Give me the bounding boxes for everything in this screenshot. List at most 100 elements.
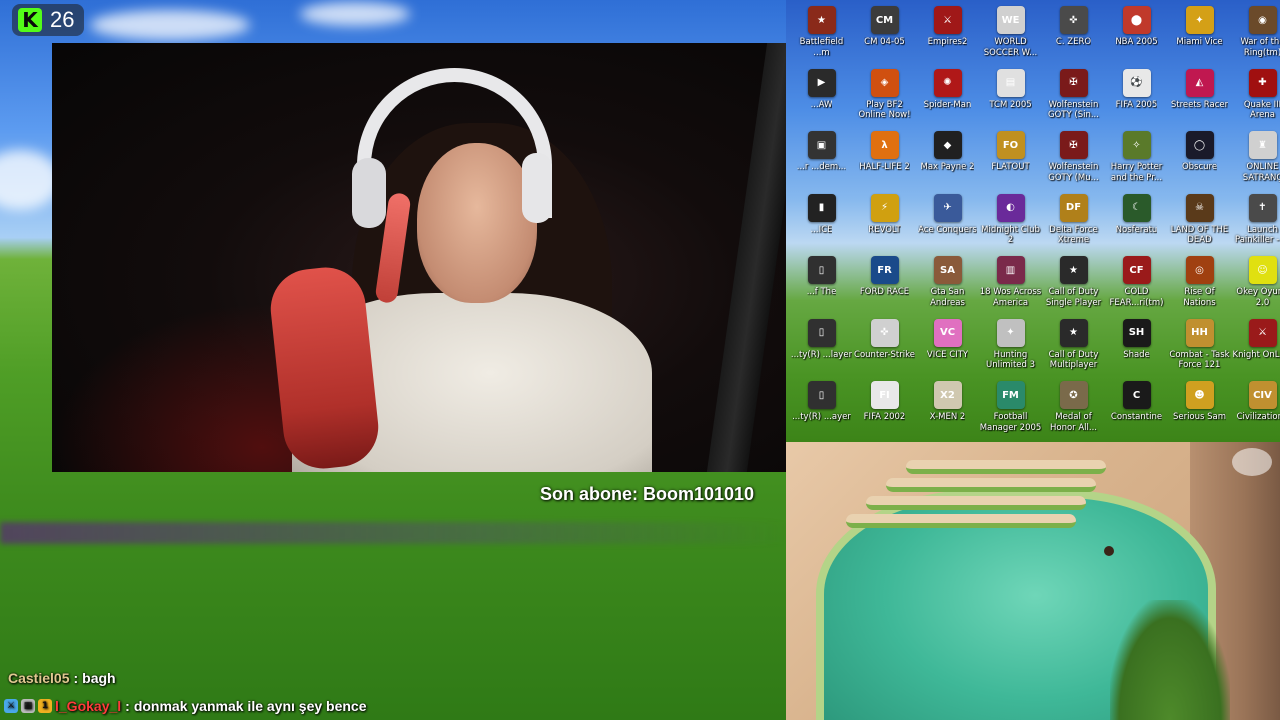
- desktop-icon-label: Serious Sam: [1172, 412, 1227, 422]
- desktop-icon[interactable]: ▯ ...ty(R) ...layer: [790, 318, 853, 382]
- desktop-icon-label: Hunting Unlimited 3: [985, 349, 1036, 371]
- desktop-icon[interactable]: ◭ Streets Racer: [1168, 68, 1231, 132]
- desktop-icon[interactable]: ✪ Medal of Honor All...: [1042, 381, 1105, 442]
- desktop-icon[interactable]: DF Delta Force Xtreme: [1042, 193, 1105, 257]
- chat-username[interactable]: l_Gokay_l: [55, 698, 121, 714]
- desktop-icon-label: NBA 2005: [1115, 37, 1158, 47]
- desktop-icon-label: Ace Conquers: [918, 224, 977, 235]
- desktop-icon-label: FIFA 2005: [1115, 99, 1158, 110]
- app-icon: ▤: [996, 68, 1025, 97]
- chat-separator: :: [73, 669, 79, 686]
- app-icon: ✧: [1122, 131, 1151, 159]
- chat-username[interactable]: Castiel05: [8, 670, 69, 686]
- desktop-icon[interactable]: ♜ ONLINE SATRANÇ: [1231, 131, 1280, 194]
- desktop-icon-label: TCM 2005: [989, 99, 1032, 110]
- desktop-icon[interactable]: ✺ Spider-Man: [916, 68, 979, 132]
- desktop-icon[interactable]: CM CM 04-05: [853, 6, 916, 69]
- desktop-icon-label: Gta San Andreas: [930, 287, 965, 308]
- desktop-icon-label: Miami Vice: [1176, 37, 1223, 47]
- app-icon: SA: [933, 256, 962, 284]
- desktop-icon[interactable]: ▯ ...ty(R) ...ayer: [790, 381, 853, 442]
- desktop-icon[interactable]: ◐ Midnight Club 2: [979, 193, 1042, 257]
- desktop-icon[interactable]: ◈ Play BF2 Online Now!: [853, 68, 916, 132]
- desktop-icon[interactable]: SH Shade: [1105, 318, 1168, 382]
- desktop-icon[interactable]: VC VICE CITY: [916, 318, 979, 382]
- desktop-icon[interactable]: ✝Launch Painkiller - ...: [1231, 193, 1280, 257]
- desktop-icon[interactable]: ★ Battlefield ...m: [790, 6, 853, 69]
- desktop-icon[interactable]: ✦ Hunting Unlimited 3: [979, 318, 1042, 382]
- desktop-icon-label: Launch Painkiller - ...: [1234, 224, 1280, 246]
- desktop-icon[interactable]: ▯ ...f The: [790, 256, 853, 319]
- desktop-icon[interactable]: ▣ ...r ...dem...: [790, 131, 853, 194]
- desktop-icon[interactable]: ⚔ Empires2: [916, 6, 979, 69]
- desktop-icon[interactable]: ✚ Quake III Arena: [1231, 68, 1280, 132]
- desktop-icon[interactable]: FM Football Manager 2005: [979, 381, 1042, 442]
- desktop-icon[interactable]: ✧ Harry Potter and the Pr...: [1105, 131, 1168, 194]
- app-icon: ✦: [1185, 6, 1214, 34]
- desktop-icon-label: COLD FEAR...ri(tm): [1109, 287, 1164, 308]
- desktop-icon[interactable]: ✈ Ace Conquers: [916, 193, 979, 257]
- app-icon: FI: [870, 381, 899, 409]
- desktop-icon[interactable]: ▤ TCM 2005: [979, 68, 1042, 132]
- desktop-icon-label: Medal of Honor All...: [1049, 412, 1098, 433]
- subscriber-icon: ▦: [21, 698, 35, 713]
- desktop-icon[interactable]: ★ Call of Duty Multiplayer: [1042, 318, 1105, 382]
- app-icon: ◐: [996, 193, 1025, 222]
- desktop-icon[interactable]: C Constantine: [1105, 381, 1168, 442]
- desktop-icon[interactable]: FR FORD RACE: [853, 256, 916, 319]
- desktop-icon[interactable]: ◉ War of the Ring(tm): [1231, 6, 1280, 69]
- desktop-icon[interactable]: X2 X-MEN 2: [916, 381, 979, 442]
- app-icon: ☾: [1122, 193, 1151, 222]
- desktop-icon[interactable]: ◆ Max Payne 2: [916, 131, 979, 194]
- desktop-icon[interactable]: CIV Civilization4: [1231, 381, 1280, 442]
- desktop-icon-label: HALF-LIFE 2: [859, 162, 910, 172]
- desktop-icon-label: WORLD SOCCER W...: [983, 37, 1038, 58]
- desktop-icon[interactable]: FO FLATOUT: [979, 131, 1042, 194]
- desktop-icon[interactable]: ▮ ...ICE: [790, 193, 853, 257]
- desktop-icon[interactable]: WE WORLD SOCCER W...: [979, 6, 1042, 69]
- desktop-icon[interactable]: ◎ Rise Of Nations: [1168, 256, 1231, 319]
- desktop-icon-label: Call of Duty Multiplayer: [1048, 349, 1099, 371]
- desktop-icon[interactable]: ✜ Counter-Strike: [853, 318, 916, 382]
- desktop-icon[interactable]: ◯ Obscure: [1168, 131, 1231, 194]
- desktop-icon-label: Spider-Man: [923, 99, 972, 110]
- app-icon: CIV: [1248, 381, 1277, 409]
- desktop-icon[interactable]: HH Combat - Task Force 121: [1168, 318, 1231, 382]
- desktop-icon[interactable]: ⚽ FIFA 2005: [1105, 68, 1168, 132]
- desktop-icon-label: Nosferatu: [1115, 224, 1158, 235]
- desktop-icon[interactable]: ✦ Miami Vice: [1168, 6, 1231, 69]
- desktop-icon[interactable]: ⚡ REVOLT: [853, 193, 916, 257]
- desktop-icon[interactable]: CF COLD FEAR...ri(tm): [1105, 256, 1168, 319]
- desktop-icon-label: Okey Oyunu 2.0: [1236, 287, 1280, 308]
- desktop-icon-label: Quake III Arena: [1243, 99, 1280, 121]
- desktop-icon[interactable]: ▶ ...AW: [790, 68, 853, 132]
- desktop-icon-label: Midnight Club 2: [981, 224, 1040, 246]
- desktop-icon-label: ...ty(R) ...layer: [790, 349, 853, 360]
- desktop-icon[interactable]: ☾ Nosferatu: [1105, 193, 1168, 257]
- app-icon: FM: [996, 381, 1025, 409]
- desktop-icon-label: Battlefield ...m: [799, 37, 844, 58]
- desktop-icon[interactable]: ⬤ NBA 2005: [1105, 6, 1168, 69]
- viewer-count-badge: K 26: [12, 4, 85, 36]
- desktop-icon[interactable]: SA Gta San Andreas: [916, 256, 979, 319]
- desktop-icon[interactable]: ☻ Serious Sam: [1168, 381, 1231, 442]
- app-icon: ✚: [1248, 68, 1277, 97]
- desktop-icon-label: Streets Racer: [1170, 99, 1229, 110]
- desktop-icon[interactable]: ⚔ Knight OnLine: [1231, 318, 1280, 382]
- app-icon: ◯: [1185, 131, 1214, 159]
- desktop-icon[interactable]: FI FIFA 2002: [853, 381, 916, 442]
- viewer-count: 26: [50, 7, 75, 32]
- desktop-icon-label: CM 04-05: [864, 37, 905, 47]
- desktop-icon[interactable]: ▥ 18 Wos Across America: [979, 256, 1042, 319]
- chat-message-text: donmak yanmak ile aynı şey bence: [133, 697, 367, 714]
- desktop-icon[interactable]: ✜ C. ZERO: [1042, 6, 1105, 69]
- desktop-icon[interactable]: ☠ LAND OF THE DEAD: [1168, 193, 1231, 257]
- desktop-icon[interactable]: λ HALF-LIFE 2: [853, 131, 916, 194]
- app-icon: ⚔: [933, 6, 962, 34]
- desktop-icon[interactable]: ✠ Wolfenstein GOTY (Sin...: [1042, 68, 1105, 132]
- desktop-icon-label: Harry Potter and the Pr...: [1110, 162, 1163, 183]
- desktop-icon[interactable]: ★ Call of Duty Single Player: [1042, 256, 1105, 319]
- desktop-icon[interactable]: ☺ Okey Oyunu 2.0: [1231, 256, 1280, 319]
- app-icon: ▶: [807, 68, 836, 97]
- desktop-icon[interactable]: ✠ Wolfenstein GOTY (Mu...: [1042, 131, 1105, 194]
